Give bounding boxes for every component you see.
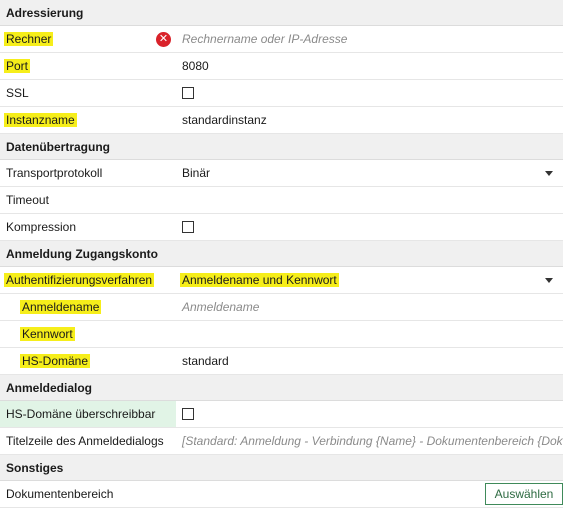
section-anmeldedialog: Anmeldedialog [0,375,563,401]
chevron-down-icon[interactable] [545,278,553,283]
input-port[interactable]: 8080 [176,53,563,79]
row-ssl: SSL [0,80,563,107]
select-authentifizierung[interactable]: Anmeldename und Kennwort [176,267,563,293]
placeholder-titelzeile: [Standard: Anmeldung - Verbindung {Name}… [182,434,563,448]
label-anmeldename: Anmeldename [20,300,102,314]
section-adressierung: Adressierung [0,0,563,26]
chevron-down-icon[interactable] [545,171,553,176]
label-kompression: Kompression [6,220,77,234]
error-circle-icon: ✕ [156,32,171,47]
placeholder-rechner: Rechnername oder IP-Adresse [182,32,348,46]
input-hs-domaene[interactable]: standard [176,348,563,374]
select-button[interactable]: Auswählen [485,483,563,505]
row-hs-domaene: HS-Domäne standard [0,348,563,375]
label-transportprotokoll: Transportprotokoll [6,166,103,180]
row-transportprotokoll: Transportprotokoll Binär [0,160,563,187]
label-authentifizierung: Authentifizierungsverfahren [4,273,155,287]
input-kennwort[interactable] [176,321,563,347]
placeholder-anmeldename: Anmeldename [182,300,260,314]
property-grid: Adressierung Rechner ✕ Rechnername oder … [0,0,563,508]
label-instanzname: Instanzname [4,113,77,127]
input-titelzeile[interactable]: [Standard: Anmeldung - Verbindung {Name}… [176,428,563,454]
value-authentifizierung: Anmeldename und Kennwort [180,273,339,287]
label-dokumentenbereich: Dokumentenbereich [6,487,114,501]
row-timeout: Timeout [0,187,563,214]
row-hs-domaene-ueberschreibbar: HS-Domäne überschreibbar [0,401,563,428]
input-timeout[interactable] [176,187,563,213]
row-kennwort: Kennwort [0,321,563,348]
input-instanzname[interactable]: standardinstanz [176,107,563,133]
label-kennwort: Kennwort [20,327,75,341]
label-hs-domaene: HS-Domäne [20,354,91,368]
row-port: Port 8080 [0,53,563,80]
input-anmeldename[interactable]: Anmeldename [176,294,563,320]
checkbox-kompression[interactable] [182,221,194,233]
checkbox-hs-domaene-ueberschreibbar[interactable] [182,408,194,420]
row-authentifizierung: Authentifizierungsverfahren Anmeldename … [0,267,563,294]
row-kompression: Kompression [0,214,563,241]
checkbox-ssl[interactable] [182,87,194,99]
section-datenuebertragung: Datenübertragung [0,134,563,160]
section-anmeldung: Anmeldung Zugangskonto [0,241,563,267]
label-titelzeile: Titelzeile des Anmeldedialogs [6,434,164,448]
section-sonstiges: Sonstiges [0,455,563,481]
select-transportprotokoll[interactable]: Binär [176,160,563,186]
label-hs-domaene-ueberschreibbar: HS-Domäne überschreibbar [0,401,176,427]
label-port: Port [4,59,31,73]
value-transportprotokoll: Binär [182,166,211,180]
label-ssl: SSL [6,86,29,100]
input-rechner[interactable]: Rechnername oder IP-Adresse [176,26,563,52]
label-timeout: Timeout [6,193,49,207]
row-instanzname: Instanzname standardinstanz [0,107,563,134]
row-dokumentenbereich: Dokumentenbereich Auswählen [0,481,563,508]
row-rechner: Rechner ✕ Rechnername oder IP-Adresse [0,26,563,53]
label-rechner: Rechner [4,32,54,46]
row-titelzeile: Titelzeile des Anmeldedialogs [Standard:… [0,428,563,455]
row-anmeldename: Anmeldename Anmeldename [0,294,563,321]
